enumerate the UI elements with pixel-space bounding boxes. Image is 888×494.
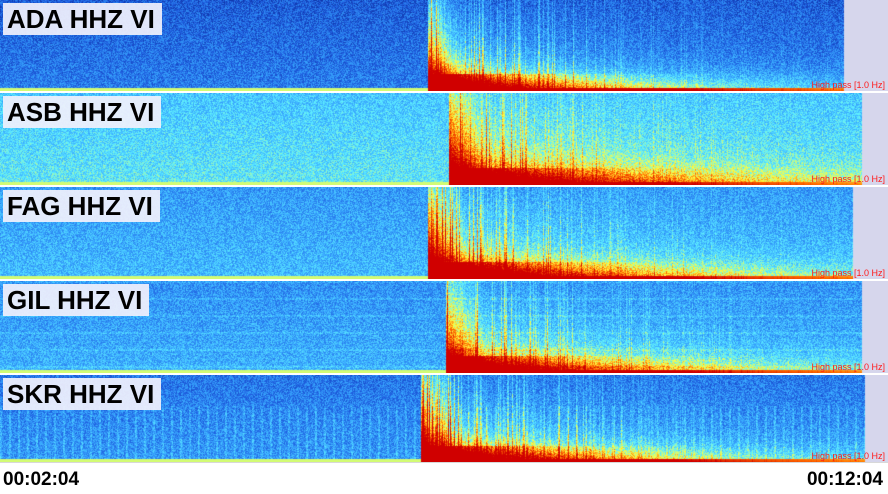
- spectrogram-view: ADA HHZ VI High pass [1.0 Hz] ASB HHZ VI…: [0, 0, 888, 494]
- station-label: SKR HHZ VI: [3, 378, 162, 410]
- spectrogram-panel-asb: ASB HHZ VI High pass [1.0 Hz]: [0, 93, 888, 185]
- spectrogram-panel-skr: SKR HHZ VI High pass [1.0 Hz]: [0, 375, 888, 462]
- filter-label: High pass [1.0 Hz]: [811, 80, 885, 90]
- time-axis-start-label: 00:02:04: [3, 469, 80, 490]
- spectrogram-panel-fag: FAG HHZ VI High pass [1.0 Hz]: [0, 187, 888, 279]
- station-label: ASB HHZ VI: [3, 96, 162, 128]
- station-label: FAG HHZ VI: [3, 190, 160, 222]
- time-axis: 00:02:04 00:12:04: [0, 462, 888, 494]
- spectrogram-panel-ada: ADA HHZ VI High pass [1.0 Hz]: [0, 0, 888, 91]
- filter-label: High pass [1.0 Hz]: [811, 451, 885, 461]
- filter-label: High pass [1.0 Hz]: [811, 362, 885, 372]
- spectrogram-panel-gil: GIL HHZ VI High pass [1.0 Hz]: [0, 281, 888, 373]
- station-label: GIL HHZ VI: [3, 284, 150, 316]
- filter-label: High pass [1.0 Hz]: [811, 174, 885, 184]
- time-axis-end-label: 00:12:04: [806, 469, 883, 490]
- filter-label: High pass [1.0 Hz]: [811, 268, 885, 278]
- station-label: ADA HHZ VI: [3, 3, 162, 35]
